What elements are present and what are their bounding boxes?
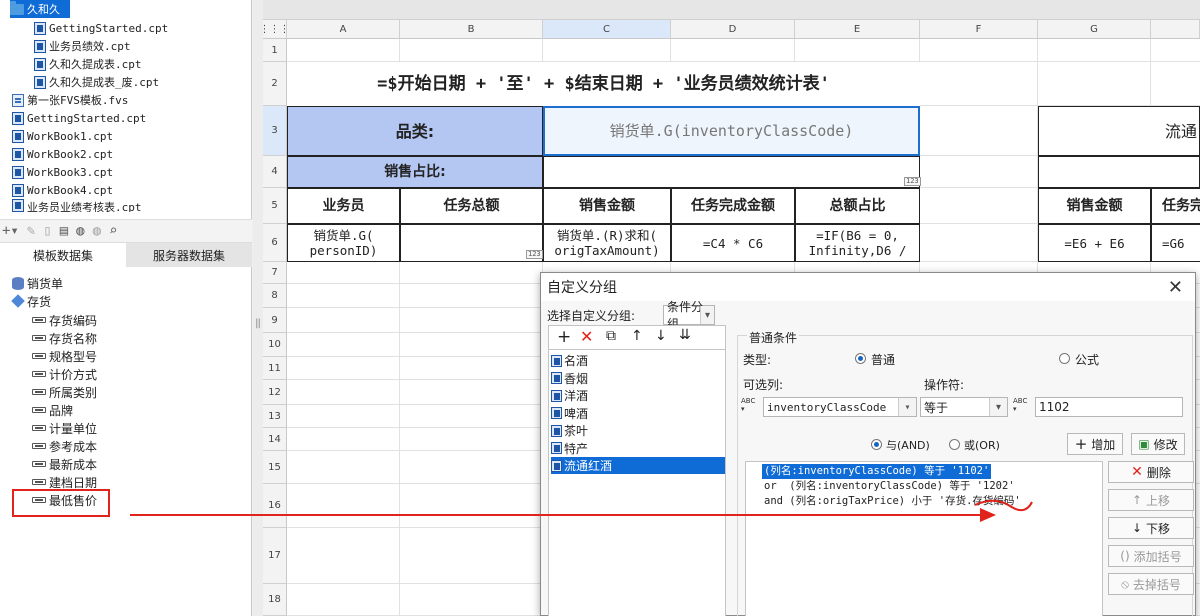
annotation-arrow <box>130 499 1033 522</box>
